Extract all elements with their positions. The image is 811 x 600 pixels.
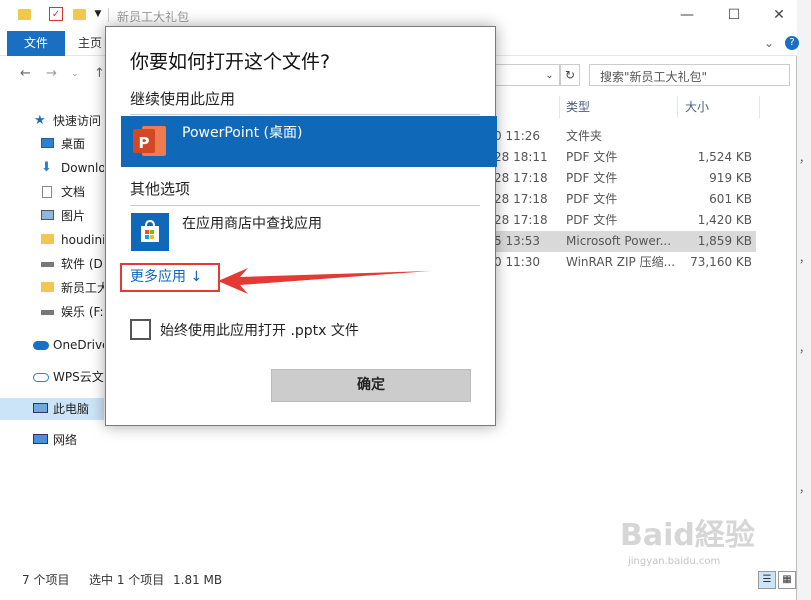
divider bbox=[130, 114, 480, 115]
sidebar-item-desktop[interactable]: 桌面 bbox=[0, 133, 104, 155]
app-label: 在应用商店中查找应用 bbox=[182, 216, 322, 232]
drive-icon bbox=[41, 310, 54, 315]
table-row[interactable]: 28 17:18 PDF 文件 1,420 KB bbox=[494, 210, 756, 231]
selection-count: 选中 1 个项目 bbox=[89, 573, 165, 587]
customize-toolbar-icon[interactable]: ▼ bbox=[91, 7, 105, 21]
selection-size: 1.81 MB bbox=[173, 573, 223, 587]
more-apps-link[interactable]: 更多应用 ↓ bbox=[120, 263, 220, 292]
desktop-icon bbox=[41, 138, 54, 148]
new-folder-icon[interactable] bbox=[73, 9, 86, 20]
search-input[interactable]: 搜索"新员工大礼包" bbox=[600, 68, 707, 85]
picture-icon bbox=[41, 210, 54, 220]
open-with-dialog: 你要如何打开这个文件? 继续使用此应用 P PowerPoint (桌面) 其他… bbox=[105, 26, 497, 426]
store-icon bbox=[131, 213, 169, 251]
details-view-icon[interactable]: ☰ bbox=[758, 571, 776, 589]
chevron-down-icon[interactable]: ⌄ bbox=[764, 36, 774, 50]
divider bbox=[108, 8, 109, 22]
navigation-pane: ★ 快速访问 桌面 ⬇ Downlo 文档 图片 houdini 软件 (D: bbox=[0, 104, 104, 564]
table-row[interactable]: 28 18:11 PDF 文件 1,524 KB bbox=[494, 147, 756, 168]
wps-cloud-icon bbox=[33, 373, 49, 382]
background-strip: ，，，， bbox=[797, 0, 811, 600]
table-row[interactable]: 0 11:30 WinRAR ZIP 压缩... 73,160 KB bbox=[494, 252, 756, 273]
folder-icon bbox=[41, 282, 54, 292]
column-divider bbox=[759, 96, 760, 118]
help-icon[interactable]: ? bbox=[785, 36, 799, 50]
always-use-checkbox[interactable] bbox=[130, 319, 151, 340]
maximize-button[interactable]: ☐ bbox=[723, 4, 745, 26]
network-icon bbox=[33, 434, 48, 444]
table-row[interactable]: 28 17:18 PDF 文件 919 KB bbox=[494, 168, 756, 189]
table-row-selected[interactable]: 5 13:53 Microsoft Power... 1,859 KB bbox=[494, 231, 756, 252]
powerpoint-icon: P bbox=[131, 122, 169, 160]
computer-icon bbox=[33, 403, 48, 413]
address-dropdown-icon[interactable]: ⌄ bbox=[540, 64, 560, 86]
document-icon bbox=[42, 186, 52, 198]
download-icon: ⬇ bbox=[41, 160, 52, 175]
cloud-icon bbox=[33, 341, 49, 350]
watermark: Baid経验 bbox=[620, 518, 755, 553]
window-title: 新员工大礼包 bbox=[117, 10, 190, 24]
sidebar-item-onedrive[interactable]: OneDrive bbox=[0, 334, 104, 356]
app-option-store[interactable]: 在应用商店中查找应用 bbox=[121, 207, 497, 258]
column-divider bbox=[559, 96, 560, 118]
sidebar-item-drive-f[interactable]: 娱乐 (F:) bbox=[0, 301, 104, 323]
sidebar-item-drive-d[interactable]: 软件 (D: bbox=[0, 253, 104, 275]
sidebar-item-wps-cloud[interactable]: WPS云文 bbox=[0, 366, 104, 388]
sidebar-item-houdini[interactable]: houdini bbox=[0, 229, 104, 251]
sidebar-item-downloads[interactable]: ⬇ Downlo bbox=[0, 157, 104, 179]
sidebar-item-documents[interactable]: 文档 bbox=[0, 181, 104, 203]
properties-icon[interactable]: ✓ bbox=[49, 7, 63, 21]
always-use-label: 始终使用此应用打开 .pptx 文件 bbox=[160, 323, 359, 339]
tab-file[interactable]: 文件 bbox=[7, 31, 65, 56]
up-arrow-icon[interactable]: ↑ bbox=[94, 66, 105, 81]
table-row[interactable]: 0 11:26 文件夹 bbox=[494, 126, 756, 147]
table-row[interactable]: 28 17:18 PDF 文件 601 KB bbox=[494, 189, 756, 210]
large-icons-view-icon[interactable]: ▦ bbox=[778, 571, 796, 589]
star-icon: ★ bbox=[34, 113, 46, 128]
sidebar-item-this-pc[interactable]: 此电脑 bbox=[0, 398, 104, 420]
tab-home[interactable]: 主页 bbox=[78, 31, 102, 56]
svg-text:P: P bbox=[139, 134, 150, 152]
sidebar-item-new-employee[interactable]: 新员工大 bbox=[0, 277, 104, 299]
back-arrow-icon[interactable]: ← bbox=[20, 66, 31, 81]
recent-chevron-icon[interactable]: ⌄ bbox=[71, 69, 79, 79]
status-bar: 7 个项目 选中 1 个项目 1.81 MB bbox=[0, 568, 797, 592]
folder-icon bbox=[41, 234, 54, 244]
app-option-powerpoint[interactable]: P PowerPoint (桌面) bbox=[121, 116, 497, 167]
app-label: PowerPoint (桌面) bbox=[182, 125, 303, 141]
ok-button[interactable]: 确定 bbox=[271, 369, 471, 402]
divider bbox=[130, 205, 480, 206]
sidebar-item-network[interactable]: 网络 bbox=[0, 429, 104, 451]
minimize-button[interactable]: — bbox=[676, 4, 698, 26]
refresh-icon[interactable]: ↻ bbox=[560, 64, 580, 86]
drive-icon bbox=[41, 262, 54, 267]
watermark-url: jingyan.baidu.com bbox=[628, 556, 721, 567]
forward-arrow-icon[interactable]: → bbox=[46, 66, 57, 81]
continue-section-label: 继续使用此应用 bbox=[130, 90, 236, 108]
sidebar-item-quick-access[interactable]: ★ 快速访问 bbox=[0, 110, 104, 132]
sidebar-item-pictures[interactable]: 图片 bbox=[0, 205, 104, 227]
search-box[interactable]: 搜索"新员工大礼包" bbox=[589, 64, 790, 86]
folder-icon bbox=[18, 9, 31, 20]
close-button[interactable]: ✕ bbox=[768, 4, 790, 26]
column-header-type[interactable]: 类型 bbox=[566, 96, 590, 118]
dialog-title: 你要如何打开这个文件? bbox=[130, 51, 331, 73]
column-divider bbox=[677, 96, 678, 118]
other-options-label: 其他选项 bbox=[130, 180, 191, 198]
item-count: 7 个项目 bbox=[22, 573, 70, 587]
column-header-size[interactable]: 大小 bbox=[685, 96, 709, 118]
